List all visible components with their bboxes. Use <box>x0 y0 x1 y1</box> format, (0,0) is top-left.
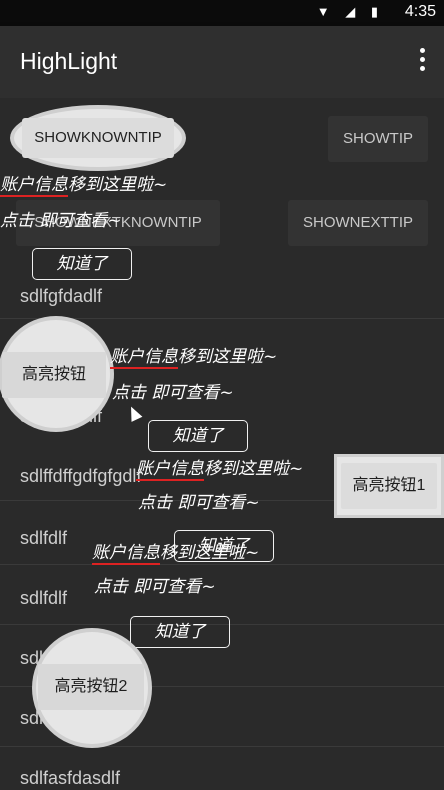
got-it-button[interactable]: 知道了 <box>130 616 230 648</box>
overflow-menu-icon[interactable] <box>420 48 426 75</box>
tip-text-rest: 移到这里啦~ <box>160 543 260 563</box>
tip-text: 账户信息移到这里啦~ <box>136 454 304 481</box>
app-bar: HighLight <box>0 26 444 98</box>
tip-highlight-text: 账户信息 <box>0 175 68 197</box>
app-title: HighLight <box>20 48 118 74</box>
divider <box>0 318 444 319</box>
tip-hint: 点击 即可查看~ <box>94 577 216 597</box>
tip-text-rest: 移到这里啦~ <box>178 347 278 367</box>
divider <box>0 746 444 747</box>
status-time: 4:35 <box>404 3 436 20</box>
list-item[interactable]: sdlfdlf <box>20 588 67 609</box>
status-icons: ▼ ◢ ▮ <box>316 4 384 19</box>
tip-text: 账户信息移到这里啦~ <box>0 170 168 197</box>
list-item[interactable]: sdlffdffgdfgfgdlf <box>20 466 141 487</box>
tip-text: 账户信息移到这里啦~ <box>110 342 278 369</box>
show-known-tip-button[interactable]: SHOWKNOWNTIP <box>22 118 174 158</box>
tip-highlight-text: 账户信息 <box>110 347 178 369</box>
tip-hint: 点击 即可查看~ <box>112 383 234 403</box>
highlight-button[interactable]: 高亮按钮 <box>2 352 106 398</box>
list-item[interactable]: sdlfdlf <box>20 528 67 549</box>
tip-hint: 点击 即可查看~ <box>138 493 260 513</box>
show-next-tip-button[interactable]: SHOWNEXTTIP <box>288 200 428 246</box>
highlight-button-1[interactable]: 高亮按钮1 <box>341 463 437 509</box>
got-it-button[interactable]: 知道了 <box>32 248 132 280</box>
list-item[interactable]: sdlfasfdasdlf <box>20 768 120 789</box>
got-it-button[interactable]: 知道了 <box>148 420 248 452</box>
highlight-button-2[interactable]: 高亮按钮2 <box>38 664 144 710</box>
list-item[interactable]: sdlfgfdadlf <box>20 286 102 307</box>
tip-highlight-text: 账户信息 <box>136 459 204 481</box>
tip-hint: 点击 即可查看~ <box>0 211 122 231</box>
tip-text: 账户信息移到这里啦~ <box>92 538 260 565</box>
show-tip-button[interactable]: SHOWTIP <box>328 116 428 162</box>
tip-text-rest: 移到这里啦~ <box>204 459 304 479</box>
tip-text-rest: 移到这里啦~ <box>68 175 168 195</box>
tip-highlight-text: 账户信息 <box>92 543 160 565</box>
status-bar: ▼ ◢ ▮ 4:35 <box>0 0 444 26</box>
divider <box>0 564 444 565</box>
